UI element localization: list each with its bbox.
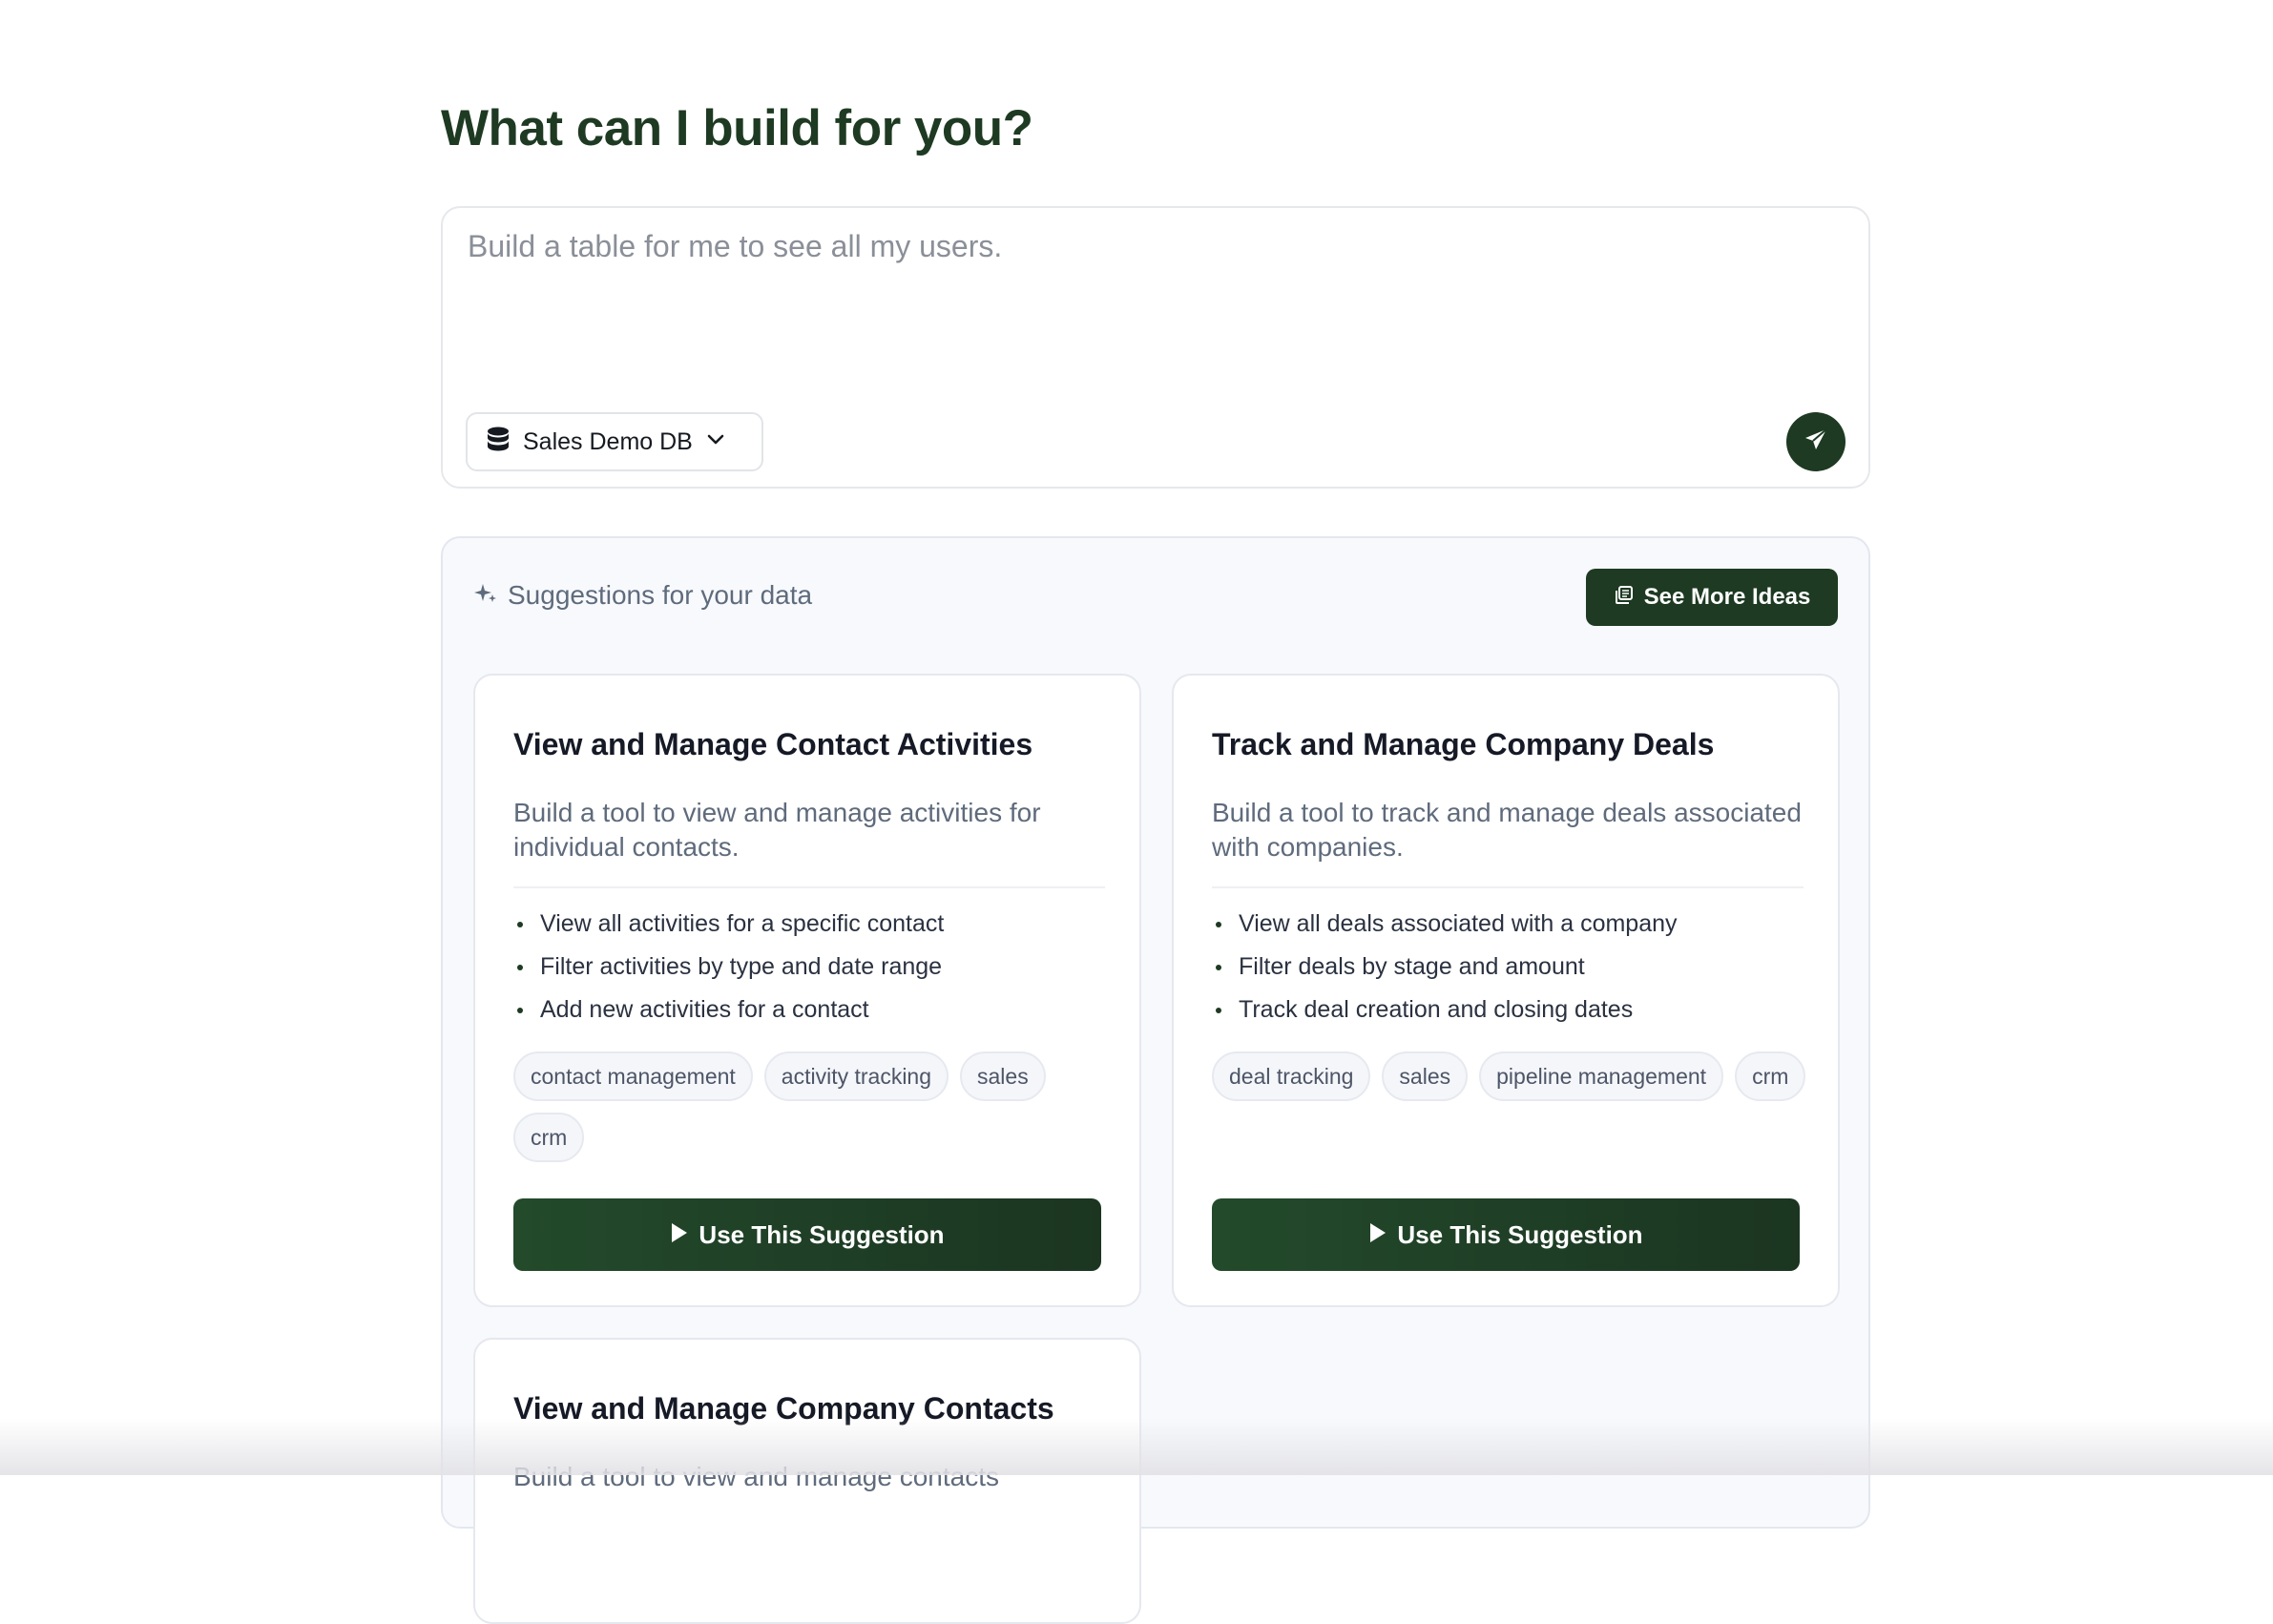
- card-divider: [1212, 886, 1804, 888]
- card-title: View and Manage Contact Activities: [513, 727, 1033, 761]
- tag-badge: sales: [1382, 1051, 1469, 1101]
- card-description: Build a tool to view and manage contacts: [513, 1462, 999, 1491]
- tag-badge: pipeline management: [1479, 1051, 1724, 1101]
- card-description: Build a tool to view and manage activiti…: [513, 798, 1041, 862]
- card-title: View and Manage Company Contacts: [513, 1391, 1054, 1426]
- suggestions-header: Suggestions for your data: [473, 580, 812, 611]
- card-feature: Filter activities by type and date range: [513, 946, 944, 989]
- tag-badge: deal tracking: [1212, 1051, 1371, 1101]
- send-button[interactable]: [1786, 412, 1846, 471]
- tag-badge: contact management: [513, 1051, 753, 1101]
- page-title: What can I build for you?: [441, 100, 1033, 156]
- sparkle-icon: [473, 581, 498, 611]
- see-more-ideas-label: See More Ideas: [1643, 584, 1811, 610]
- play-icon: [1368, 1222, 1387, 1248]
- card-tags: deal tracking sales pipeline management …: [1212, 1051, 1813, 1101]
- paper-plane-icon: [1803, 427, 1829, 458]
- prompt-input[interactable]: [466, 227, 1844, 384]
- database-select-label: Sales Demo DB: [523, 427, 693, 455]
- copy-icon: [1614, 585, 1635, 611]
- card-title: Track and Manage Company Deals: [1212, 727, 1715, 761]
- suggestions-panel: Suggestions for your data See More Ideas…: [441, 536, 1870, 1624]
- play-icon: [670, 1222, 689, 1248]
- card-feature: View all deals associated with a company: [1212, 903, 1678, 946]
- card-feature: View all activities for a specific conta…: [513, 903, 944, 946]
- see-more-ideas-button[interactable]: See More Ideas: [1586, 569, 1838, 626]
- suggestion-card: View and Manage Contact Activities Build…: [473, 674, 1141, 1307]
- database-icon: [487, 427, 510, 458]
- tag-badge: sales: [960, 1051, 1046, 1101]
- prompt-box: Sales Demo DB: [441, 206, 1870, 489]
- suggestion-card: View and Manage Company Contacts Build a…: [473, 1338, 1141, 1624]
- suggestion-card: Track and Manage Company Deals Build a t…: [1172, 674, 1840, 1307]
- use-suggestion-label: Use This Suggestion: [1397, 1219, 1643, 1249]
- tag-badge: crm: [1735, 1051, 1806, 1101]
- card-description: Build a tool to track and manage deals a…: [1212, 798, 1802, 862]
- card-tags: contact management activity tracking sal…: [513, 1051, 1115, 1162]
- card-feature: Filter deals by stage and amount: [1212, 946, 1678, 989]
- tag-badge: crm: [513, 1113, 585, 1162]
- use-suggestion-button[interactable]: Use This Suggestion: [1212, 1198, 1800, 1271]
- card-feature: Track deal creation and closing dates: [1212, 989, 1678, 1031]
- use-suggestion-label: Use This Suggestion: [699, 1219, 945, 1249]
- card-divider: [513, 886, 1105, 888]
- database-select[interactable]: Sales Demo DB: [466, 412, 763, 471]
- card-feature: Add new activities for a contact: [513, 989, 944, 1031]
- card-feature-list: View all activities for a specific conta…: [513, 903, 944, 1031]
- chevron-down-icon: [706, 433, 725, 451]
- use-suggestion-button[interactable]: Use This Suggestion: [513, 1198, 1101, 1271]
- tag-badge: activity tracking: [763, 1051, 949, 1101]
- card-feature-list: View all deals associated with a company…: [1212, 903, 1678, 1031]
- suggestions-title: Suggestions for your data: [508, 580, 813, 610]
